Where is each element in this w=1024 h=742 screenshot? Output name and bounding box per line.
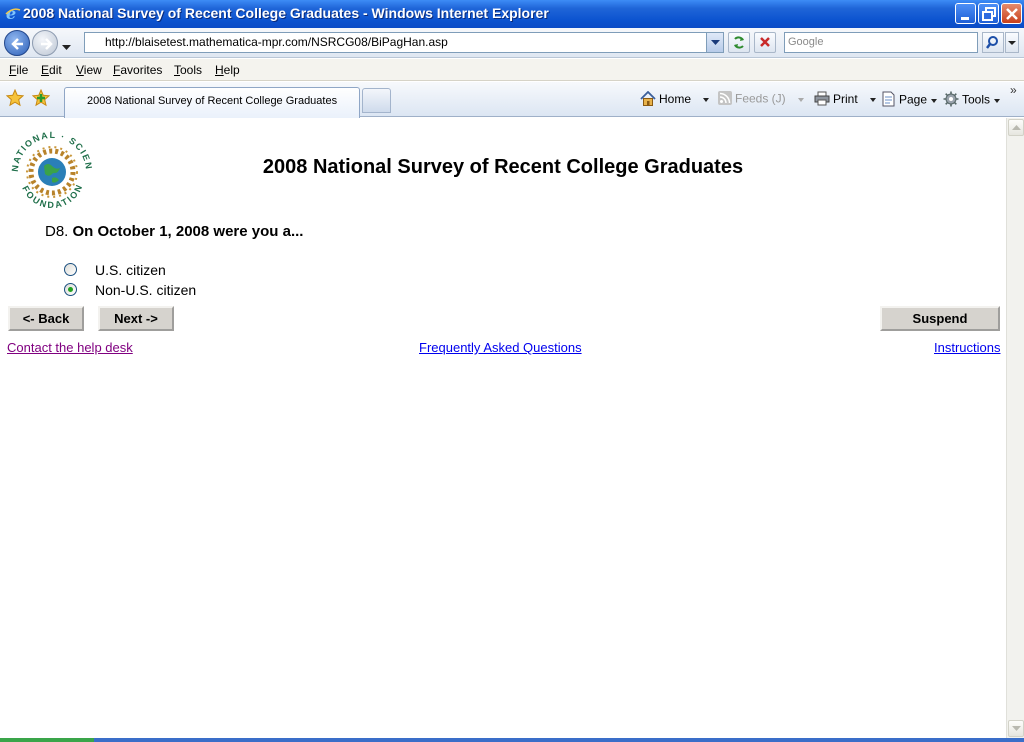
home-label: Home [659,92,692,107]
window-title: 2008 National Survey of Recent College G… [23,5,549,21]
scroll-up-icon[interactable] [1008,119,1024,136]
menu-bar: File Edit View Favorites Tools Help [0,59,1024,81]
recent-pages-dropdown-icon[interactable] [62,38,71,56]
radio-non-us-citizen[interactable] [64,283,77,296]
feeds-dropdown-icon[interactable] [797,97,804,102]
option-label: U.S. citizen [95,262,166,278]
page-command[interactable]: Page [881,91,938,110]
back-button[interactable]: <- Back [8,306,84,331]
gear-icon [943,91,959,110]
page-icon [881,91,896,110]
stop-button[interactable] [754,32,776,53]
feeds-icon [718,91,732,108]
page-content: NATIONAL · SCIENCE FOUNDATION 2008 Natio… [0,118,1006,738]
vertical-scrollbar[interactable] [1006,118,1024,738]
address-toolbar: http://blaisetest.mathematica-mpr.com/NS… [0,28,1024,58]
option-label: Non-U.S. citizen [95,282,197,298]
page-title: 2008 National Survey of Recent College G… [262,156,744,178]
menu-view[interactable]: View [76,63,102,77]
minimize-button[interactable] [955,3,976,24]
refresh-button[interactable] [728,32,750,53]
menu-help[interactable]: Help [215,63,240,77]
back-nav-button[interactable] [4,30,30,56]
print-dropdown-icon[interactable] [869,98,876,102]
scroll-down-icon[interactable] [1008,720,1024,737]
printer-icon [814,91,830,109]
address-dropdown-icon[interactable] [706,33,723,52]
page-dropdown-icon[interactable] [931,98,938,103]
page-label: Page [899,92,928,107]
status-bar [0,738,1024,742]
window-title-bar: e 2008 National Survey of Recent College… [0,0,1024,28]
search-icon[interactable] [982,32,1004,53]
question: D8. On October 1, 2008 were you a... [45,223,303,240]
menu-file[interactable]: File [9,63,28,77]
faq-link[interactable]: Frequently Asked Questions [419,340,582,355]
menu-tools[interactable]: Tools [174,63,202,77]
restore-button[interactable] [978,3,999,24]
internet-explorer-icon: e [5,4,21,23]
home-dropdown-icon[interactable] [703,98,710,102]
close-button[interactable] [1001,3,1022,24]
status-bar-segment [0,738,94,742]
feeds-label: Feeds (J) [735,91,786,106]
new-tab-button[interactable] [362,88,391,113]
favorites-center-star-icon[interactable] [5,88,25,112]
tools-label: Tools [962,92,991,107]
question-number: D8. [45,223,69,240]
search-options-dropdown-icon[interactable] [1005,32,1019,53]
radio-us-citizen[interactable] [64,263,77,276]
tab-survey-page[interactable]: 2008 National Survey of Recent College G… [64,87,360,118]
address-input[interactable]: http://blaisetest.mathematica-mpr.com/NS… [84,32,724,53]
tab-command-bar: 2008 National Survey of Recent College G… [0,82,1024,118]
suspend-button[interactable]: Suspend [880,306,1000,331]
forward-nav-button[interactable] [32,30,58,56]
menu-edit[interactable]: Edit [41,63,62,77]
feeds-command[interactable]: Feeds (J) [718,91,804,108]
print-command[interactable]: Print [814,91,876,109]
more-commands-chevron-icon[interactable]: » [1010,83,1017,97]
add-to-favorites-icon[interactable] [31,88,51,112]
home-icon [640,90,656,109]
help-desk-link[interactable]: Contact the help desk [7,340,133,355]
tools-dropdown-icon[interactable] [994,98,1001,103]
menu-favorites[interactable]: Favorites [113,63,162,77]
home-command[interactable]: Home [640,90,710,109]
instructions-link[interactable]: Instructions [934,340,1000,355]
print-label: Print [833,92,858,107]
search-input[interactable]: Google [784,32,978,53]
next-button[interactable]: Next -> [98,306,174,331]
question-text: On October 1, 2008 were you a... [72,223,304,240]
tools-command[interactable]: Tools [943,91,1001,110]
